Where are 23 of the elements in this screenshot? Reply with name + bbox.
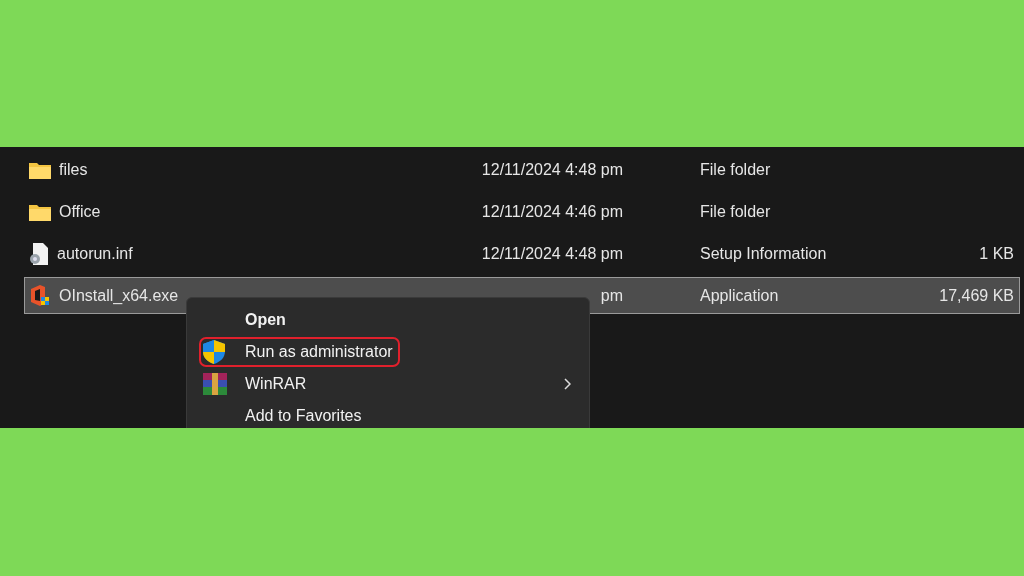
file-type: Setup Information xyxy=(700,244,827,262)
file-date: 12/11/2024 4:48 pm xyxy=(481,244,623,262)
file-name[interactable]: Office xyxy=(59,199,101,224)
file-type: File folder xyxy=(700,160,771,178)
file-name[interactable]: OInstall_x64.exe xyxy=(59,283,179,308)
file-name[interactable]: files xyxy=(59,157,88,182)
folder-icon xyxy=(29,160,51,179)
folder-icon xyxy=(29,202,51,221)
file-type: Application xyxy=(700,286,779,304)
menu-item[interactable]: WinRAR xyxy=(243,370,309,398)
file-size: 17,469 KB xyxy=(939,286,1014,304)
file-date: pm xyxy=(600,286,623,304)
file-name[interactable]: autorun.inf xyxy=(57,241,133,266)
file-size: 1 KB xyxy=(979,244,1014,262)
file-date: 12/11/2024 4:46 pm xyxy=(481,202,623,220)
menu-item[interactable]: Add to Favorites xyxy=(243,402,364,428)
installer-icon xyxy=(29,284,51,307)
shield-icon xyxy=(203,340,225,364)
archive-books-icon xyxy=(203,373,227,395)
file-date: 12/11/2024 4:48 pm xyxy=(481,160,623,178)
menu-item[interactable]: Run as administrator xyxy=(243,338,395,366)
file-gear-icon xyxy=(29,242,49,265)
file-type: File folder xyxy=(700,202,771,220)
